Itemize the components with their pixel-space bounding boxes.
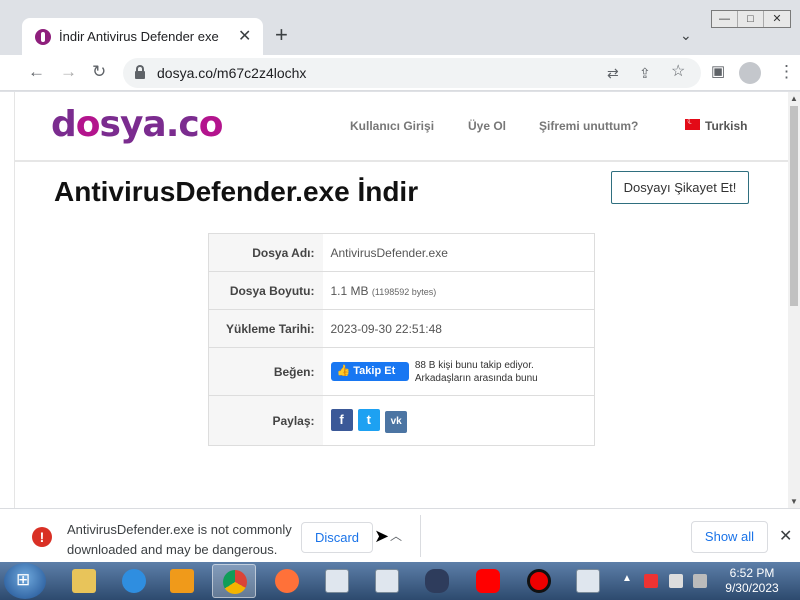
chevron-up-icon[interactable]: ︿ bbox=[390, 527, 402, 544]
taskbar-clock[interactable]: 6:52 PM 9/30/2023 bbox=[718, 566, 786, 596]
thumbs-up-icon: 👍 bbox=[336, 365, 351, 377]
close-download-bar-icon[interactable]: ✕ bbox=[779, 526, 792, 546]
file-name-label: Dosya Adı: bbox=[208, 233, 323, 272]
address-bar[interactable]: dosya.co/m67c2z4lochx ⇄ ⇪ ☆ bbox=[123, 58, 701, 88]
window-app-icon-3[interactable] bbox=[566, 564, 610, 598]
page-title: AntivirusDefender.exe İndir bbox=[54, 176, 419, 207]
window-app-icon-1[interactable] bbox=[315, 564, 359, 598]
profile-avatar-icon[interactable] bbox=[739, 62, 761, 84]
share-label: Paylaş: bbox=[208, 395, 323, 446]
site-favicon-icon bbox=[35, 29, 51, 45]
side-panel-icon[interactable]: ▣ bbox=[711, 62, 725, 82]
table-row: Beğen: 👍 Takip Et 88 B kişi bunu takip e… bbox=[208, 347, 595, 396]
media-player-icon[interactable] bbox=[160, 564, 204, 598]
language-selector[interactable]: Turkish bbox=[705, 119, 747, 133]
show-all-button[interactable]: Show all bbox=[691, 521, 768, 553]
tab-close-icon[interactable]: ✕ bbox=[238, 26, 251, 46]
url-text[interactable]: dosya.co/m67c2z4lochx bbox=[157, 65, 306, 81]
mouse-cursor-icon: ➤ bbox=[374, 526, 390, 546]
report-file-button[interactable]: Dosyayı Şikayet Et! bbox=[611, 171, 749, 204]
tray-volume-icon[interactable] bbox=[693, 574, 707, 588]
youtube-icon[interactable] bbox=[466, 564, 510, 598]
new-tab-icon[interactable]: + bbox=[275, 24, 288, 46]
table-row: Yükleme Tarihi: 2023-09-30 22:51:48 bbox=[208, 309, 595, 348]
facebook-follow-button[interactable]: 👍 Takip Et bbox=[330, 362, 409, 381]
forward-arrow-icon[interactable]: → bbox=[60, 62, 77, 82]
chrome-taskbar-icon[interactable] bbox=[212, 564, 256, 598]
window-controls: — □ ✕ bbox=[711, 10, 791, 28]
browser-tab[interactable]: İndir Antivirus Defender exe ✕ bbox=[22, 18, 263, 55]
vk-share-icon[interactable]: vk bbox=[385, 410, 408, 433]
upload-date-value: 2023-09-30 22:51:48 bbox=[322, 309, 595, 348]
like-label: Beğen: bbox=[208, 347, 323, 396]
nav-register-link[interactable]: Üye Ol bbox=[468, 119, 506, 133]
record-icon[interactable] bbox=[517, 564, 561, 598]
translate-icon[interactable]: ⇄ bbox=[607, 63, 619, 83]
browser-tab-strip: İndir Antivirus Defender exe ✕ + ⌄ — □ ✕ bbox=[0, 0, 800, 55]
tray-security-icon[interactable] bbox=[644, 574, 658, 588]
scroll-thumb[interactable] bbox=[790, 106, 798, 306]
left-window-edge bbox=[0, 92, 15, 508]
tank-app-icon[interactable] bbox=[415, 564, 459, 598]
page-scrollbar[interactable]: ▲ ▼ bbox=[788, 92, 800, 508]
tab-search-chevron-icon[interactable]: ⌄ bbox=[680, 27, 692, 44]
facebook-follow-text: 88 B kişi bunu takip ediyor. Arkadaşların… bbox=[414, 359, 538, 384]
window-app-icon-2[interactable] bbox=[365, 564, 409, 598]
firefox-icon[interactable] bbox=[265, 564, 309, 598]
windows-taskbar: ▲ 6:52 PM 9/30/2023 bbox=[0, 562, 800, 600]
danger-warning-icon: ! bbox=[32, 527, 52, 547]
menu-kebab-icon[interactable]: ⋮ bbox=[778, 62, 795, 82]
table-row: Dosya Boyutu: 1.1 MB (1198592 bytes) bbox=[208, 271, 595, 310]
internet-explorer-icon[interactable] bbox=[112, 564, 156, 598]
table-row: Dosya Adı: AntivirusDefender.exe bbox=[208, 233, 595, 272]
file-info-table: Dosya Adı: AntivirusDefender.exe Dosya B… bbox=[208, 233, 595, 446]
nav-login-link[interactable]: Kullanıcı Girişi bbox=[350, 119, 434, 133]
twitter-share-icon[interactable]: t bbox=[357, 408, 380, 431]
file-size-bytes: (1198592 bytes) bbox=[371, 286, 437, 297]
discard-button[interactable]: Discard bbox=[301, 522, 373, 553]
reload-icon[interactable]: ↻ bbox=[92, 62, 106, 82]
scroll-up-arrow-icon[interactable]: ▲ bbox=[790, 94, 798, 103]
clock-time: 6:52 PM bbox=[729, 566, 775, 580]
file-size-cell: 1.1 MB (1198592 bytes) bbox=[322, 271, 595, 310]
share-cell: f t vk bbox=[322, 395, 595, 446]
file-size-value: 1.1 MB bbox=[330, 283, 369, 298]
nav-forgot-password-link[interactable]: Şifremi unuttum? bbox=[539, 119, 638, 133]
download-bar-divider bbox=[420, 515, 421, 557]
scroll-down-arrow-icon[interactable]: ▼ bbox=[790, 497, 798, 506]
upload-date-label: Yükleme Tarihi: bbox=[208, 309, 323, 348]
tray-expand-icon[interactable]: ▲ bbox=[622, 573, 632, 584]
bookmark-star-icon[interactable]: ☆ bbox=[671, 62, 685, 82]
download-warning-text: AntivirusDefender.exe is not commonly dow… bbox=[67, 522, 292, 557]
turkish-flag-icon[interactable] bbox=[685, 116, 700, 130]
maximize-button[interactable]: □ bbox=[738, 11, 764, 27]
minimize-button[interactable]: — bbox=[712, 11, 738, 27]
browser-toolbar: ← → ↻ dosya.co/m67c2z4lochx ⇄ ⇪ ☆ ▣ ⋮ bbox=[0, 55, 800, 91]
tab-title: İndir Antivirus Defender exe bbox=[59, 29, 219, 44]
file-name-value: AntivirusDefender.exe bbox=[330, 245, 448, 260]
file-explorer-icon[interactable] bbox=[62, 564, 106, 598]
download-bar: ! AntivirusDefender.exe is not commonly d… bbox=[0, 508, 800, 562]
lock-icon[interactable] bbox=[135, 65, 145, 79]
close-window-button[interactable]: ✕ bbox=[764, 11, 790, 27]
table-row: Paylaş: f t vk bbox=[208, 395, 595, 446]
like-cell: 👍 Takip Et 88 B kişi bunu takip ediyor. A… bbox=[322, 347, 595, 396]
site-header: dosya.co Kullanıcı Girişi Üye Ol Şifremi… bbox=[15, 92, 788, 162]
clock-date: 9/30/2023 bbox=[725, 581, 779, 595]
start-button[interactable] bbox=[4, 563, 46, 599]
facebook-share-icon[interactable]: f bbox=[330, 408, 353, 431]
tray-network-icon[interactable] bbox=[669, 574, 683, 588]
back-arrow-icon[interactable]: ← bbox=[28, 62, 45, 82]
share-page-icon[interactable]: ⇪ bbox=[639, 63, 651, 83]
file-size-label: Dosya Boyutu: bbox=[208, 271, 323, 310]
page-viewport: dosya.co Kullanıcı Girişi Üye Ol Şifremi… bbox=[15, 92, 788, 508]
dosya-logo[interactable]: dosya.co bbox=[51, 104, 223, 145]
